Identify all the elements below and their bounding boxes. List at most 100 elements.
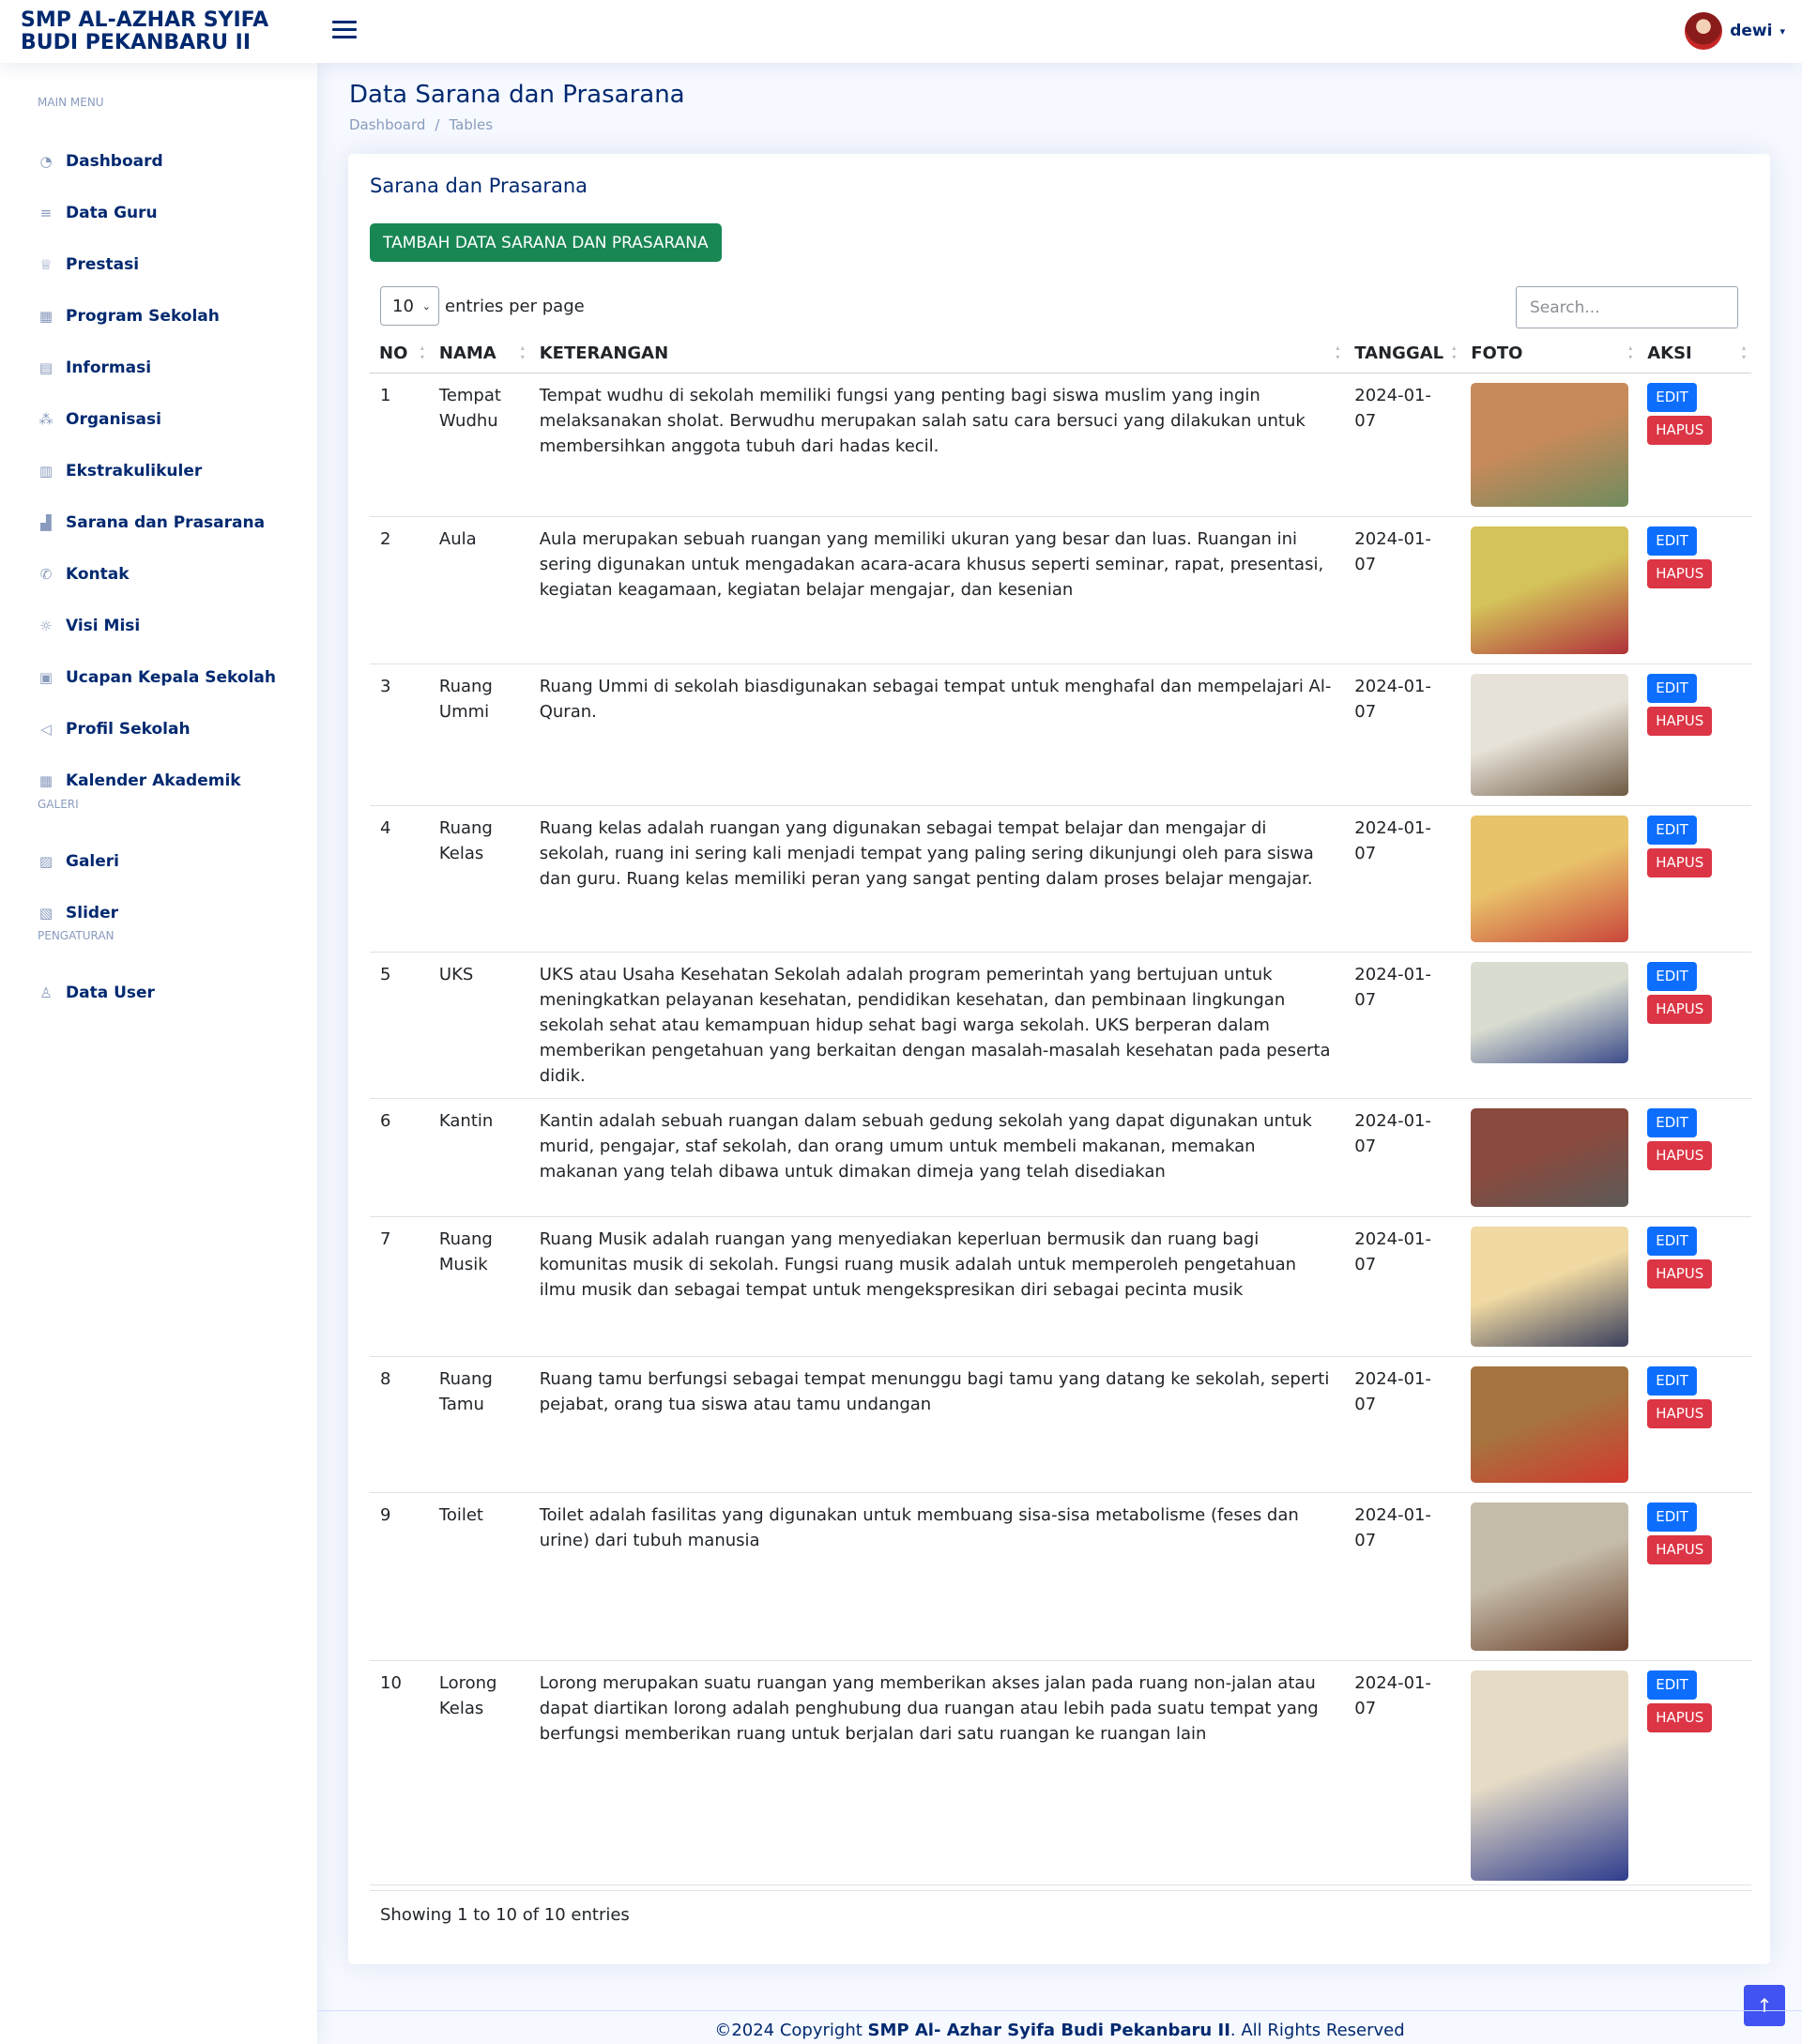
edit-button[interactable]: EDIT — [1647, 961, 1697, 991]
edit-button[interactable]: EDIT — [1647, 673, 1697, 703]
profile-name: dewi — [1730, 22, 1773, 40]
cell-tanggal: 2024-01-07 — [1345, 1492, 1462, 1661]
delete-button[interactable]: HAPUS — [1647, 1140, 1713, 1170]
cell-no: 1 — [370, 373, 430, 517]
delete-button[interactable]: HAPUS — [1647, 1258, 1713, 1289]
sidebar-item-label: Sarana dan Prasarana — [66, 513, 266, 532]
sidebar-item-ucapan-kepala-sekolah[interactable]: ▣ Ucapan Kepala Sekolah — [26, 657, 298, 698]
sidebar-item-ekstrakulikuler[interactable]: ▥ Ekstrakulikuler — [26, 450, 298, 492]
cell-tanggal: 2024-01-07 — [1345, 952, 1462, 1099]
column-header-tanggal[interactable]: TANGGAL ▴ ▾ — [1345, 335, 1462, 374]
sidebar-item-data-user[interactable]: ♙ Data User — [26, 972, 298, 1014]
column-header-foto[interactable]: FOTO ▴ ▾ — [1461, 335, 1639, 374]
sidebar-item-kalender-akademik[interactable]: ▦ Kalender Akademik — [26, 760, 298, 801]
cell-foto — [1461, 1098, 1639, 1217]
delete-button[interactable]: HAPUS — [1647, 1398, 1713, 1428]
entries-label: entries per page — [445, 296, 585, 316]
cell-keterangan: Aula merupakan sebuah ruangan yang memil… — [529, 516, 1346, 664]
cell-no: 5 — [370, 952, 430, 1099]
sidebar-item-data-guru[interactable]: ≡ Data Guru — [26, 192, 298, 234]
facility-photo — [1471, 815, 1629, 942]
cell-keterangan: Ruang Ummi di sekolah biasdigunakan seba… — [529, 664, 1346, 806]
megaphone-icon: ◁ — [40, 721, 52, 738]
cell-keterangan: Ruang kelas adalah ruangan yang digunaka… — [529, 805, 1346, 953]
cell-aksi: EDIT HAPUS — [1638, 1660, 1751, 1891]
sidebar-item-label: Profil Sekolah — [66, 720, 191, 739]
edit-button[interactable]: EDIT — [1647, 1365, 1697, 1396]
nav-heading-main: MAIN MENU — [38, 96, 104, 109]
sidebar-item-kontak[interactable]: ✆ Kontak — [26, 554, 298, 595]
column-header-aksi[interactable]: AKSI ▴ ▾ — [1638, 335, 1751, 374]
cell-no: 8 — [370, 1356, 430, 1493]
sidebar-item-label: Data Guru — [66, 204, 158, 222]
edit-button[interactable]: EDIT — [1647, 1502, 1697, 1532]
facility-photo — [1471, 1670, 1629, 1881]
edit-button[interactable]: EDIT — [1647, 1107, 1697, 1137]
facility-photo — [1471, 1226, 1629, 1347]
delete-button[interactable]: HAPUS — [1647, 1702, 1713, 1732]
table-row: 8 Ruang Tamu Ruang tamu berfungsi sebagai … — [370, 1356, 1751, 1493]
cell-tanggal: 2024-01-07 — [1345, 1660, 1462, 1891]
image-icon: ▨ — [38, 853, 53, 870]
chevron-down-icon: ⌄ — [421, 299, 431, 313]
cell-keterangan: Kantin adalah sebuah ruangan dalam sebua… — [529, 1098, 1346, 1217]
cell-tanggal: 2024-01-07 — [1345, 1356, 1462, 1493]
sidebar-item-program-sekolah[interactable]: ▦ Program Sekolah — [26, 296, 298, 337]
logo[interactable]: SMP AL-AZHAR SYIFA BUDI PEKANBARU II — [21, 9, 293, 54]
cell-aksi: EDIT HAPUS — [1638, 664, 1751, 806]
profile-dropdown[interactable]: dewi ▾ — [1685, 12, 1785, 50]
delete-button[interactable]: HAPUS — [1647, 1534, 1713, 1564]
delete-button[interactable]: HAPUS — [1647, 706, 1713, 736]
sidebar-item-label: Galeri — [66, 852, 119, 871]
column-header-nama[interactable]: NAMA ▴ ▾ — [429, 335, 530, 374]
sidebar-item-visi-misi[interactable]: ☼ Visi Misi — [26, 605, 298, 647]
sidebar-item-galeri[interactable]: ▨ Galeri — [26, 841, 298, 882]
edit-button[interactable]: EDIT — [1647, 526, 1697, 556]
edit-button[interactable]: EDIT — [1647, 1226, 1697, 1256]
sidebar-item-label: Program Sekolah — [66, 307, 220, 326]
building-icon: ▦ — [38, 308, 53, 325]
delete-button[interactable]: HAPUS — [1647, 994, 1713, 1024]
delete-button[interactable]: HAPUS — [1647, 847, 1713, 877]
edit-button[interactable]: EDIT — [1647, 815, 1697, 845]
cell-no: 7 — [370, 1216, 430, 1357]
sidebar-toggle-icon[interactable] — [330, 17, 359, 45]
cell-nama: Ruang Kelas — [429, 805, 530, 953]
entries-select[interactable]: 10 ⌄ — [380, 286, 439, 326]
sidebar-item-dashboard[interactable]: ◔ Dashboard — [26, 141, 298, 182]
cell-nama: Ruang Ummi — [429, 664, 530, 806]
table-footer-divider — [370, 1884, 1751, 1885]
sidebar-item-profil-sekolah[interactable]: ◁ Profil Sekolah — [26, 709, 298, 750]
breadcrumb-dashboard[interactable]: Dashboard — [349, 116, 425, 133]
cell-foto — [1461, 805, 1639, 953]
table-row: 3 Ruang Ummi Ruang Ummi di sekolah biasdig… — [370, 664, 1751, 806]
cell-tanggal: 2024-01-07 — [1345, 516, 1462, 664]
cell-keterangan: Ruang tamu berfungsi sebagai tempat menu… — [529, 1356, 1346, 1493]
card-title: Sarana dan Prasarana — [370, 175, 588, 197]
sidebar-item-informasi[interactable]: ▤ Informasi — [26, 347, 298, 389]
cell-no: 4 — [370, 805, 430, 953]
search-input[interactable] — [1516, 286, 1738, 328]
speedometer-icon: ◔ — [39, 153, 53, 170]
cell-no: 9 — [370, 1492, 430, 1661]
cell-foto — [1461, 516, 1639, 664]
cell-foto — [1461, 1660, 1639, 1891]
sidebar-item-organisasi[interactable]: ⁂ Organisasi — [26, 399, 298, 440]
facility-photo — [1471, 961, 1629, 1063]
edit-button[interactable]: EDIT — [1647, 1670, 1697, 1700]
sidebar-item-sarana-dan-prasarana[interactable]: ▟ Sarana dan Prasarana — [26, 502, 298, 543]
edit-button[interactable]: EDIT — [1647, 382, 1697, 412]
delete-button[interactable]: HAPUS — [1647, 415, 1713, 445]
column-header-keterangan[interactable]: KETERANGAN ▴ ▾ — [529, 335, 1346, 374]
trophy-icon: ♕ — [39, 256, 53, 273]
facility-photo — [1471, 1107, 1629, 1207]
cell-no: 6 — [370, 1098, 430, 1217]
table-row: 7 Ruang Musik Ruang Musik adalah ruangan y… — [370, 1216, 1751, 1357]
sidebar-item-prestasi[interactable]: ♕ Prestasi — [26, 244, 298, 285]
delete-button[interactable]: HAPUS — [1647, 558, 1713, 588]
cell-foto — [1461, 1216, 1639, 1357]
table-row: 4 Ruang Kelas Ruang kelas adalah ruangan y… — [370, 805, 1751, 953]
add-data-button[interactable]: TAMBAH DATA SARANA DAN PRASARANA — [370, 223, 722, 262]
sidebar-item-slider[interactable]: ▧ Slider — [26, 892, 298, 934]
column-header-no[interactable]: NO ▴ ▾ — [370, 335, 430, 374]
